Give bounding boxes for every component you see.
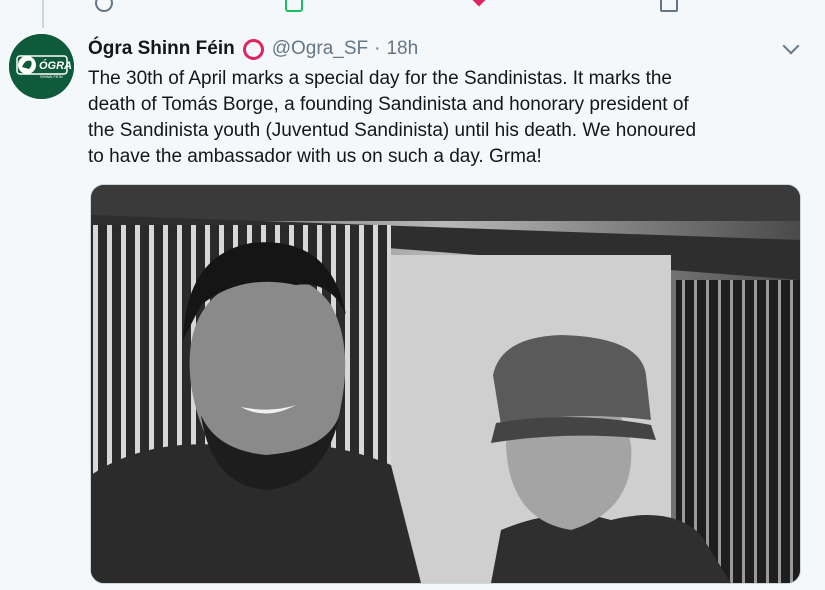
tweet[interactable]: ÓGRA SHINN FÉIN Ógra Shinn Féin @Ogra_SF… [0,22,825,590]
reply-icon[interactable] [95,0,113,12]
timestamp[interactable]: 18h [386,38,418,60]
previous-tweet-actions [0,0,825,12]
avatar-logo-subtext: SHINN FÉIN [40,74,63,79]
user-handle[interactable]: @Ogra_SF [272,38,368,60]
tweet-photo[interactable] [90,184,801,584]
red-circle-emoji-icon [242,38,264,60]
display-name[interactable]: Ógra Shinn Féin [88,38,235,60]
chevron-down-icon[interactable] [782,37,800,55]
avatar[interactable]: ÓGRA SHINN FÉIN [9,34,74,99]
retweet-icon[interactable] [285,0,303,12]
tweet-text: The 30th of April marks a special day fo… [88,68,697,167]
heart-icon[interactable] [470,0,488,7]
avatar-logo-text: ÓGRA [39,59,72,72]
separator-dot: · [374,38,381,59]
share-icon[interactable] [660,0,678,12]
tweet-header: Ógra Shinn Féin @Ogra_SF · 18h [88,36,418,62]
